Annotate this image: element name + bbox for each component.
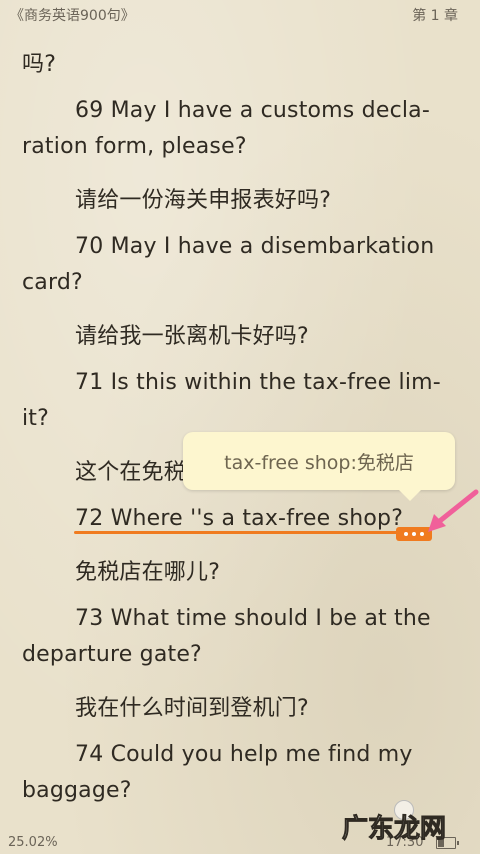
- text-line: 71 Is this within the tax-free lim-: [75, 370, 441, 395]
- translation-popup-text: tax-free shop:免税店: [224, 451, 414, 474]
- reader-header: 《商务英语900句》 第 1 章: [0, 0, 480, 28]
- reader-page[interactable]: [0, 0, 480, 854]
- text-line: 免税店在哪儿?: [75, 560, 221, 585]
- text-line: card?: [22, 270, 83, 295]
- translation-popup[interactable]: tax-free shop:免税店: [183, 432, 455, 490]
- pink-arrow-icon: [428, 489, 479, 532]
- text-line: baggage?: [22, 778, 132, 803]
- text-line: ration form, please?: [22, 134, 247, 159]
- watermark-logo: 广东龙网: [342, 813, 447, 844]
- selection-underline: [74, 531, 398, 534]
- text-line: 73 What time should I be at the: [75, 606, 431, 631]
- text-line: 吗?: [22, 52, 57, 77]
- text-line: 请给一份海关申报表好吗?: [75, 188, 332, 213]
- text-line: it?: [22, 406, 50, 431]
- selected-text-line[interactable]: 72 Where ''s a tax-free shop?: [75, 506, 403, 531]
- chapter-indicator[interactable]: 第 1 章: [412, 5, 458, 25]
- text-line: 74 Could you help me find my: [75, 742, 413, 767]
- text-line: 请给我一张离机卡好吗?: [75, 324, 309, 349]
- translation-popup-tail: [398, 489, 422, 501]
- text-line: departure gate?: [22, 642, 202, 667]
- book-title: 《商务英语900句》: [10, 8, 135, 24]
- text-line: 70 May I have a disembarkation: [75, 234, 435, 259]
- text-line: 69 May I have a customs decla-: [75, 98, 430, 123]
- text-line: 我在什么时间到登机门?: [75, 696, 309, 721]
- text-line: 这个在免税: [75, 460, 187, 485]
- reading-progress: 25.02%: [8, 835, 58, 850]
